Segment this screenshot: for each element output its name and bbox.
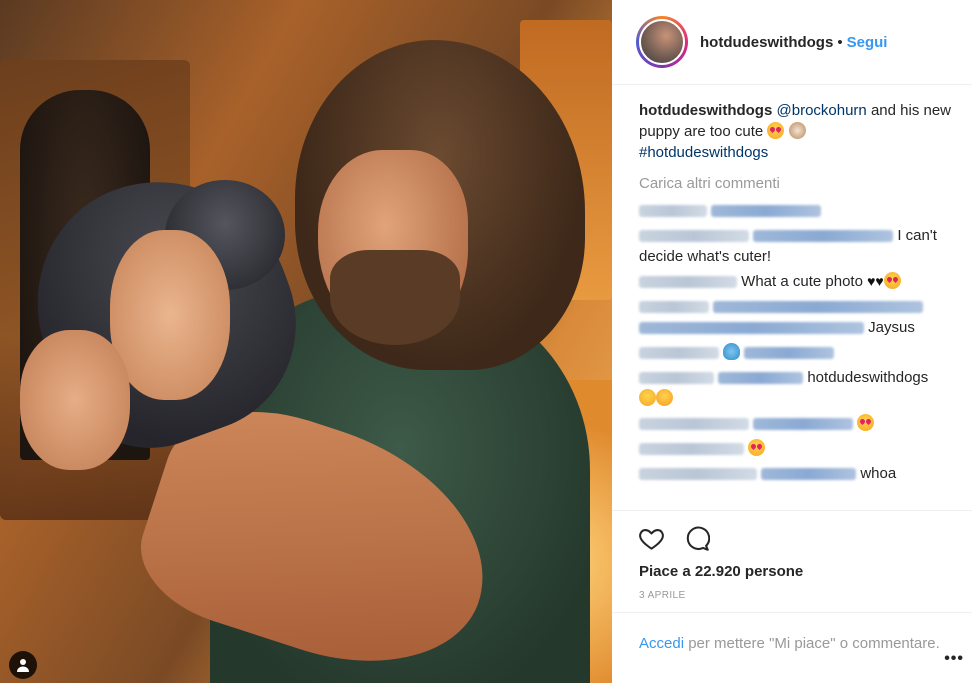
blurred-mention bbox=[711, 205, 822, 218]
heart-eyes-emoji-icon bbox=[748, 439, 766, 456]
comment-row bbox=[639, 200, 969, 221]
login-text: per mettere "Mi piace" o commentare. bbox=[684, 635, 940, 652]
comment-row: I can't decide what's cuter! bbox=[639, 225, 969, 267]
comment-row bbox=[639, 438, 969, 459]
post-date: 3 APRILE bbox=[639, 590, 686, 601]
blurred-username bbox=[639, 301, 709, 314]
blurred-username bbox=[639, 347, 719, 360]
comment-text: Jaysus bbox=[868, 319, 915, 336]
caption: hotdudeswithdogs @brockohurn and his new… bbox=[639, 100, 969, 163]
blurred-username bbox=[639, 276, 737, 289]
dog-emoji-icon bbox=[788, 122, 806, 139]
blurred-mention bbox=[761, 468, 857, 481]
follow-button[interactable]: Segui bbox=[847, 34, 888, 51]
whale-emoji-icon bbox=[723, 343, 741, 360]
comment-bubble-icon[interactable] bbox=[683, 525, 711, 557]
blurred-username bbox=[639, 443, 744, 456]
caption-hashtag[interactable]: #hotdudeswithdogs bbox=[639, 144, 768, 161]
avatar[interactable] bbox=[636, 16, 688, 68]
header-username[interactable]: hotdudeswithdogs bbox=[700, 34, 833, 51]
blurred-mention bbox=[753, 418, 854, 431]
login-prompt: Accedi per mettere "Mi piace" o commenta… bbox=[612, 612, 972, 683]
caption-mention[interactable]: @brockohurn bbox=[777, 102, 867, 119]
header-separator: • bbox=[837, 33, 843, 51]
avatar-image bbox=[639, 19, 685, 65]
laughing-emoji-icon bbox=[639, 389, 656, 406]
hand-left bbox=[20, 330, 130, 470]
comment-row: Jaysus bbox=[639, 296, 969, 338]
comment-row bbox=[639, 342, 969, 363]
blurred-username bbox=[639, 468, 757, 481]
comment-row: hotdudeswithdogs bbox=[639, 367, 969, 409]
blurred-mention bbox=[753, 230, 894, 243]
comments-list: hotdudeswithdogs @brockohurn and his new… bbox=[639, 100, 969, 488]
blurred-mention bbox=[639, 322, 864, 335]
likes-count[interactable]: Piace a 22.920 persone bbox=[612, 563, 972, 580]
comment-row: What a cute photo ♥♥ bbox=[639, 271, 969, 292]
comment-row: whoa bbox=[639, 463, 969, 484]
blurred-mention bbox=[718, 372, 804, 385]
yum-emoji-icon bbox=[656, 389, 673, 406]
post-photo[interactable] bbox=[0, 0, 612, 683]
blurred-username bbox=[639, 372, 714, 385]
blurred-username bbox=[639, 418, 749, 431]
login-link[interactable]: Accedi bbox=[639, 635, 684, 652]
comment-text: hotdudeswithdogs bbox=[807, 369, 929, 386]
heart-eyes-emoji-icon bbox=[883, 272, 901, 289]
load-more-comments[interactable]: Carica altri commenti bbox=[639, 173, 969, 194]
comment-row bbox=[639, 413, 969, 434]
user-tag-icon[interactable] bbox=[9, 651, 37, 679]
post-actions: Piace a 22.920 persone 3 APRILE bbox=[612, 510, 972, 601]
blurred-username bbox=[639, 205, 707, 218]
comment-text: What a cute photo bbox=[741, 273, 868, 290]
heart-eyes-emoji-icon bbox=[857, 414, 875, 431]
heart-eyes-emoji-icon bbox=[767, 122, 785, 139]
man-beard bbox=[330, 250, 460, 345]
heart-outline-icon[interactable] bbox=[638, 525, 665, 557]
more-options-icon[interactable]: ••• bbox=[944, 648, 964, 669]
blurred-mention bbox=[744, 347, 835, 360]
blurred-username bbox=[639, 230, 749, 243]
caption-username[interactable]: hotdudeswithdogs bbox=[639, 102, 772, 119]
comment-text: whoa bbox=[860, 465, 897, 482]
post-header: hotdudeswithdogs • Segui bbox=[612, 0, 972, 85]
blurred-mention bbox=[713, 301, 924, 314]
black-heart-icon: ♥♥ bbox=[867, 273, 884, 289]
action-icons bbox=[612, 511, 972, 557]
